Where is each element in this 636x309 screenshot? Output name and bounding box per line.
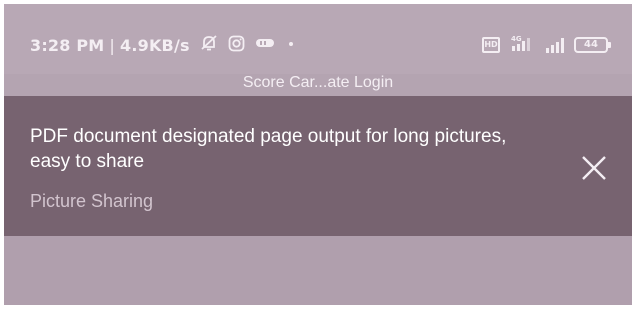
notification-subtitle: Picture Sharing	[30, 191, 154, 211]
status-left: 3:28 PM | 4.9KB/s	[30, 34, 297, 56]
background-area	[4, 236, 632, 305]
status-separator: |	[109, 35, 116, 55]
network-speed: 4.9KB/s	[120, 35, 190, 55]
volte-icon: HD	[482, 37, 500, 53]
signal-bars-icon	[546, 37, 564, 53]
close-button[interactable]	[572, 146, 616, 190]
hd-voice-icon	[255, 36, 275, 54]
notification-title: PDF document designated page output for …	[30, 126, 507, 172]
svg-text:4G: 4G	[511, 35, 522, 43]
battery-icon: 44	[574, 37, 611, 53]
alarm-off-icon	[200, 34, 218, 56]
status-time: 3:28 PM	[30, 35, 105, 55]
app-title: Score Car...ate Login	[242, 74, 394, 91]
signal-4g-icon: 4G	[510, 34, 536, 56]
status-right: HD 4G 44	[482, 34, 611, 56]
notification-banner[interactable]: PDF document designated page output for …	[4, 96, 632, 236]
phone-screen: 3:28 PM | 4.9KB/s HD 4G 44 Score Car...a…	[4, 4, 632, 305]
status-bar: 3:28 PM | 4.9KB/s HD 4G 44	[4, 4, 632, 74]
close-icon	[582, 156, 606, 180]
instagram-icon	[228, 35, 245, 56]
dot-icon	[285, 36, 297, 54]
